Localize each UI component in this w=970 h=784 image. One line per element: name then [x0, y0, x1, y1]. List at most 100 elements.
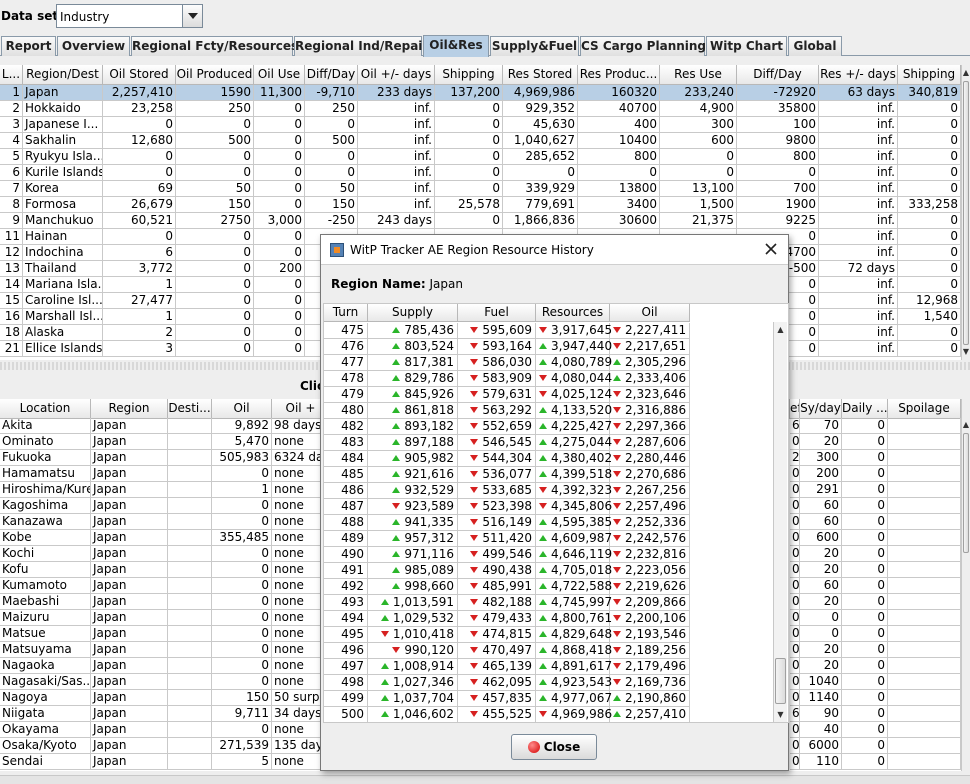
history-row[interactable]: 486 932,529 533,685 4,392,323 2,267,256 [324, 483, 774, 499]
region-table-scrollbar[interactable]: ▲ ▼ [961, 65, 970, 360]
history-row[interactable]: 496 990,120 470,497 4,868,418 2,189,256 [324, 643, 774, 659]
history-row[interactable]: 494 1,029,532 479,433 4,800,761 2,200,106 [324, 611, 774, 627]
scroll-up-icon[interactable]: ▲ [774, 324, 787, 336]
column-header[interactable]: Oil Produced [176, 65, 254, 85]
table-cell: 3,772 [103, 261, 176, 277]
tab-supply-fuel[interactable]: Supply&Fuel [490, 36, 579, 56]
column-header[interactable]: Oil [610, 304, 690, 322]
history-row[interactable]: 478 829,786 583,909 4,080,044 2,333,406 [324, 371, 774, 387]
history-row[interactable]: 483 897,188 546,545 4,275,044 2,287,606 [324, 435, 774, 451]
column-header[interactable]: Res Stored [503, 65, 578, 85]
table-row[interactable]: 6 Kurile Islands 0 0 0 0 inf. 0 0 0 0 0 inf. 0 [0, 165, 961, 181]
history-row[interactable]: 500 1,046,602 455,525 4,969,986 2,257,410 [324, 707, 774, 722]
scroll-down-icon[interactable]: ▼ [962, 346, 970, 358]
value-cell: 957,312 [368, 531, 458, 547]
column-header[interactable]: Oil Stored [103, 65, 176, 85]
history-row[interactable]: 495 1,010,418 474,815 4,829,648 2,193,546 [324, 627, 774, 643]
history-table[interactable]: Turn Supply Fuel Resources Oil 475 785,436 595,… [323, 303, 789, 723]
tab-regional-ind-repair[interactable]: Regional Ind/Repair [294, 36, 428, 56]
dataset-select[interactable]: Industry [56, 4, 203, 28]
history-row[interactable]: 492 998,660 485,991 4,722,588 2,219,626 [324, 579, 774, 595]
scroll-up-icon[interactable]: ▲ [962, 67, 970, 79]
table-row[interactable]: 8 Formosa 26,679 150 0 150 inf. 25,578 779,691 34… [0, 197, 961, 213]
scrollbar-thumb[interactable] [775, 658, 786, 704]
column-header[interactable]: Location [0, 399, 91, 419]
turn-cell: 475 [324, 323, 368, 339]
location-table-scrollbar[interactable]: ▲ [961, 399, 970, 771]
column-header[interactable]: Sy/day [800, 399, 842, 419]
history-row[interactable]: 482 893,182 552,659 4,225,427 2,297,366 [324, 419, 774, 435]
tab-witp-chart[interactable]: Witp Chart [706, 36, 787, 56]
table-cell: 0 [898, 245, 961, 261]
column-header[interactable]: Fuel [458, 304, 536, 322]
column-header[interactable]: Spoilage [888, 399, 961, 419]
column-header[interactable]: L... [0, 65, 23, 85]
history-row[interactable]: 489 957,312 511,420 4,609,987 2,242,576 [324, 531, 774, 547]
history-row[interactable]: 493 1,013,591 482,188 4,745,997 2,209,866 [324, 595, 774, 611]
table-cell: Hokkaido [23, 101, 103, 117]
history-row[interactable]: 480 861,818 563,292 4,133,520 2,316,886 [324, 403, 774, 419]
tab-cs-cargo-planning[interactable]: CS Cargo Planning [580, 36, 706, 56]
column-header[interactable]: Shipping [898, 65, 961, 85]
tab-report[interactable]: Report [1, 36, 56, 56]
table-row[interactable]: 7 Korea 69 50 0 50 inf. 0 339,929 13800 13,100 700 i… [0, 181, 961, 197]
history-row[interactable]: 479 845,926 579,631 4,025,124 2,323,646 [324, 387, 774, 403]
tab-overview[interactable]: Overview [57, 36, 130, 56]
tab-global[interactable]: Global [788, 36, 842, 56]
arrow-up-icon [392, 583, 401, 589]
history-row[interactable]: 476 803,524 593,164 3,947,440 2,217,651 [324, 339, 774, 355]
history-scrollbar[interactable]: ▲ ▼ [773, 322, 787, 722]
column-header[interactable]: Res Use [660, 65, 737, 85]
scroll-down-icon[interactable]: ▼ [774, 709, 787, 721]
table-cell: 15 [0, 293, 23, 309]
history-row[interactable]: 491 985,089 490,438 4,705,018 2,223,056 [324, 563, 774, 579]
history-row[interactable]: 485 921,616 536,077 4,399,518 2,270,686 [324, 467, 774, 483]
table-row[interactable]: 1 Japan 2,257,410 1590 11,300 -9,710 233 days 1… [0, 85, 961, 101]
history-row[interactable]: 475 785,436 595,609 3,917,645 2,227,411 [324, 323, 774, 339]
column-header[interactable]: Res +/- days [819, 65, 898, 85]
close-icon[interactable] [764, 242, 778, 256]
column-header[interactable]: Oil [212, 399, 272, 419]
column-header[interactable]: Turn [324, 304, 368, 322]
table-row[interactable]: 5 Ryukyu Isla... 0 0 0 0 inf. 0 285,652 800 0 800 in… [0, 149, 961, 165]
column-header[interactable]: Resources [536, 304, 610, 322]
history-row[interactable]: 499 1,037,704 457,835 4,977,067 2,190,860 [324, 691, 774, 707]
table-cell: 50 [176, 181, 254, 197]
arrow-up-icon [539, 615, 547, 621]
column-header[interactable]: Oil +/- days [358, 65, 435, 85]
chevron-down-icon[interactable] [182, 5, 202, 27]
column-header[interactable]: Shipping [435, 65, 503, 85]
tab-regional-fcty-resources[interactable]: Regional Fcty/Resources [131, 36, 298, 56]
history-row[interactable]: 484 905,982 544,304 4,380,402 2,280,446 [324, 451, 774, 467]
column-header[interactable]: Supply [368, 304, 458, 322]
column-header[interactable]: Res Produc... [578, 65, 660, 85]
table-row[interactable]: 2 Hokkaido 23,258 250 0 250 inf. 0 929,352 40700 4… [0, 101, 961, 117]
column-header[interactable]: Region [91, 399, 168, 419]
value-cell: 2,242,576 [610, 531, 690, 547]
close-button[interactable]: Close [511, 734, 597, 760]
scrollbar-thumb[interactable] [963, 81, 969, 345]
history-row[interactable]: 497 1,008,914 465,139 4,891,617 2,179,496 [324, 659, 774, 675]
horizontal-scrollbar[interactable] [0, 775, 970, 784]
history-row[interactable]: 490 971,116 499,546 4,646,119 2,232,816 [324, 547, 774, 563]
table-cell: 0 [898, 101, 961, 117]
history-row[interactable]: 477 817,381 586,030 4,080,789 2,305,296 [324, 355, 774, 371]
table-row[interactable]: 4 Sakhalin 12,680 500 0 500 inf. 0 1,040,627 1040… [0, 133, 961, 149]
table-row[interactable]: 9 Manchukuo 60,521 2750 3,000 -250 243 days 0 1,… [0, 213, 961, 229]
table-row[interactable]: 3 Japanese I... 0 0 0 0 inf. 0 45,630 400 300 100 in… [0, 117, 961, 133]
history-row[interactable]: 487 923,589 523,398 4,345,806 2,257,496 [324, 499, 774, 515]
column-header[interactable]: Diff/Day [305, 65, 358, 85]
turn-cell: 491 [324, 563, 368, 579]
column-header[interactable]: Diff/Day [737, 65, 819, 85]
history-row[interactable]: 488 941,335 516,149 4,595,385 2,252,336 [324, 515, 774, 531]
scroll-up-icon[interactable]: ▲ [962, 419, 970, 431]
column-header[interactable]: Desti... [168, 399, 212, 419]
history-row[interactable]: 498 1,027,346 462,095 4,923,543 2,169,736 [324, 675, 774, 691]
column-header[interactable]: Region/Dest [23, 65, 103, 85]
column-header[interactable]: Oil Use [254, 65, 305, 85]
tab-oil-res[interactable]: Oil&Res [423, 35, 489, 57]
scrollbar-thumb[interactable] [963, 433, 969, 553]
value-cell: 2,217,651 [610, 339, 690, 355]
column-header[interactable]: Daily ... [842, 399, 888, 419]
column-header[interactable]: ef [790, 399, 800, 419]
